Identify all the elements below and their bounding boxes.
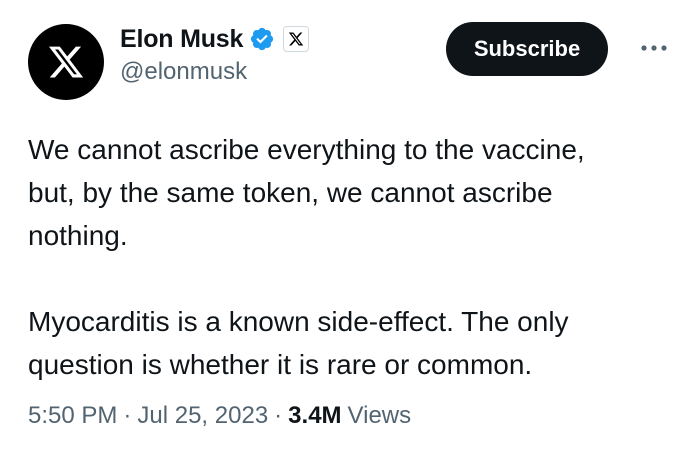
- x-logo-icon: [48, 46, 84, 78]
- author-display-name[interactable]: Elon Musk: [120, 25, 243, 54]
- x-affiliate-badge-icon[interactable]: [283, 26, 310, 52]
- tweet-text: We cannot ascribe everything to the vacc…: [28, 128, 668, 386]
- author-handle[interactable]: @elonmusk: [120, 58, 247, 86]
- meta-separator: ·: [274, 402, 283, 429]
- more-options-icon[interactable]: [632, 30, 676, 66]
- views-label[interactable]: Views: [348, 402, 412, 430]
- tweet-paragraph-2: Myocarditis is a known side-effect. The …: [28, 306, 569, 380]
- views-count[interactable]: 3.4M: [288, 402, 341, 430]
- tweet-card: Elon Musk @elonmusk Subscribe We cannot …: [0, 0, 700, 462]
- tweet-date[interactable]: Jul 25, 2023: [137, 402, 268, 430]
- tweet-time[interactable]: 5:50 PM: [28, 402, 117, 430]
- avatar[interactable]: [28, 24, 104, 100]
- tweet-meta: 5:50 PM · Jul 25, 2023 · 3.4M Views: [28, 402, 411, 430]
- tweet-paragraph-1: We cannot ascribe everything to the vacc…: [28, 134, 585, 251]
- meta-separator: ·: [123, 402, 132, 429]
- subscribe-button[interactable]: Subscribe: [446, 22, 608, 76]
- verified-badge-icon[interactable]: [249, 26, 275, 52]
- author-name-row: Elon Musk: [120, 22, 310, 56]
